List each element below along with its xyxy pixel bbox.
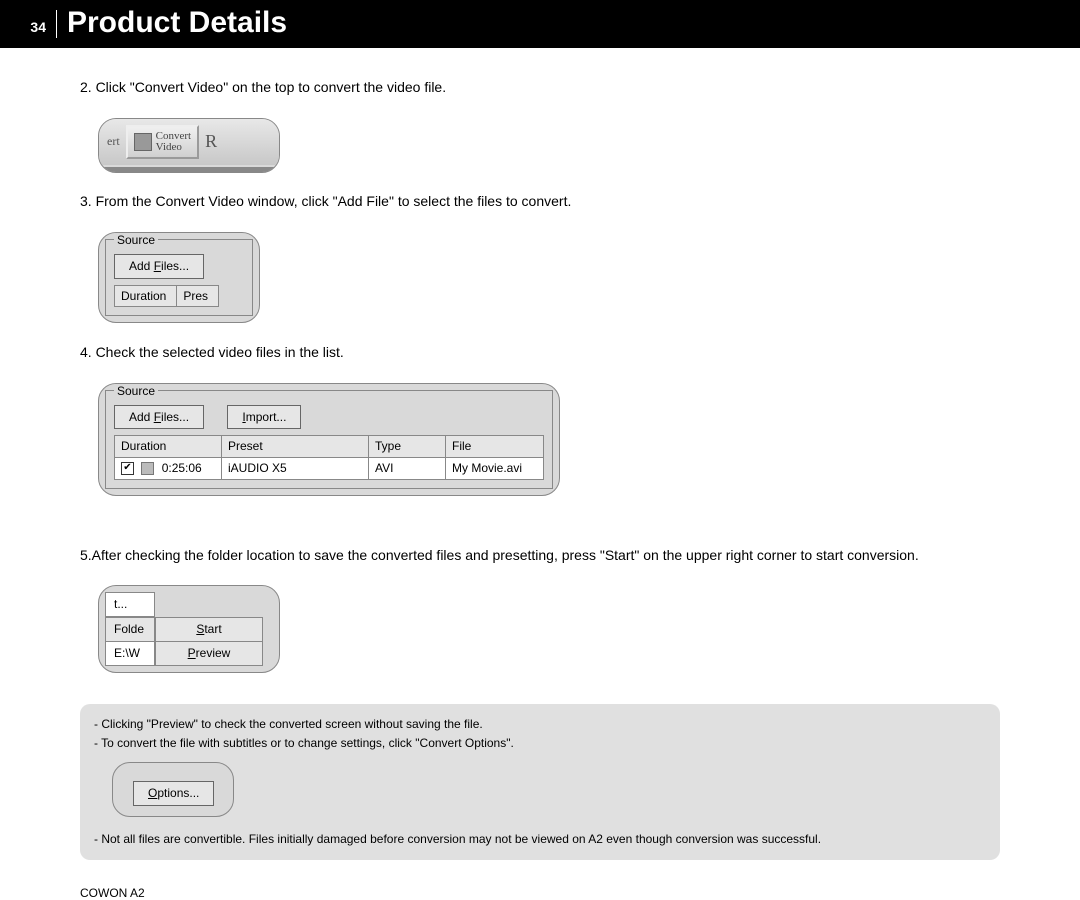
note-line-3: - Not all files are convertible. Files i… <box>94 831 986 848</box>
table-row[interactable]: ✔ 0:25:06 iAUDIO X5 AVI My Movie.avi <box>115 458 544 480</box>
source-groupbox-small: Source Add Files... Duration Pres <box>105 239 253 317</box>
col-preset-fragment: Pres <box>177 285 219 307</box>
options-button[interactable]: Options... <box>133 781 214 806</box>
col-duration: Duration <box>115 285 177 307</box>
convert-video-label: Convert Video <box>156 131 191 153</box>
col-file: File <box>446 436 544 458</box>
row-type: AVI <box>369 458 446 480</box>
start-button[interactable]: Start <box>155 617 263 642</box>
note-box: - Clicking "Preview" to check the conver… <box>80 704 1000 860</box>
row-checkbox[interactable]: ✔ <box>121 462 134 475</box>
page-number: 34 <box>0 13 46 35</box>
header-bar: 34 Product Details <box>0 0 1080 48</box>
header-divider <box>56 10 57 38</box>
folder-fragment: Folde <box>105 617 155 642</box>
col-preset: Preset <box>222 436 369 458</box>
screenshot-source-small: Source Add Files... Duration Pres <box>98 232 260 324</box>
col-type: Type <box>369 436 446 458</box>
step-4: 4. Check the selected video files in the… <box>80 343 1000 363</box>
row-preset: iAUDIO X5 <box>222 458 369 480</box>
screenshot-options: Options... <box>112 762 234 817</box>
toolbar-right-fragment: R <box>205 129 217 154</box>
page-title: Product Details <box>67 6 287 40</box>
add-files-button-2[interactable]: Add Files... <box>114 405 204 430</box>
video-file-icon <box>141 462 154 475</box>
step-5: 5.After checking the folder location to … <box>80 546 1000 566</box>
row-file: My Movie.avi <box>446 458 544 480</box>
step-3: 3. From the Convert Video window, click … <box>80 192 1000 212</box>
note-line-1: - Clicking "Preview" to check the conver… <box>94 716 986 733</box>
convert-icon <box>134 133 152 151</box>
preview-button[interactable]: Preview <box>155 642 263 666</box>
step-2: 2. Click "Convert Video" on the top to c… <box>80 78 1000 98</box>
footer-product: COWON A2 <box>0 886 1080 900</box>
screenshot-source-large: Source Add Files... Import... Duration P… <box>98 383 560 496</box>
source-legend: Source <box>114 232 158 249</box>
path-fragment: E:\W <box>105 642 155 666</box>
convert-video-button[interactable]: Convert Video <box>126 125 199 159</box>
col-duration: Duration <box>115 436 222 458</box>
table-header-row: Duration Preset Type File <box>115 436 544 458</box>
import-button[interactable]: Import... <box>227 405 301 430</box>
toolbar-left-fragment: ert <box>107 133 120 150</box>
screenshot-start-preview: t... Folde Start E:\W Preview <box>98 585 280 672</box>
source-legend-2: Source <box>114 383 158 400</box>
row-duration: 0:25:06 <box>162 461 202 475</box>
note-line-2: - To convert the file with subtitles or … <box>94 735 986 752</box>
add-files-button[interactable]: Add Files... <box>114 254 204 279</box>
t-fragment: t... <box>105 592 155 617</box>
content: 2. Click "Convert Video" on the top to c… <box>0 48 1080 878</box>
source-groupbox-large: Source Add Files... Import... Duration P… <box>105 390 553 489</box>
screenshot-convert-toolbar: ert Convert Video R <box>98 118 280 173</box>
